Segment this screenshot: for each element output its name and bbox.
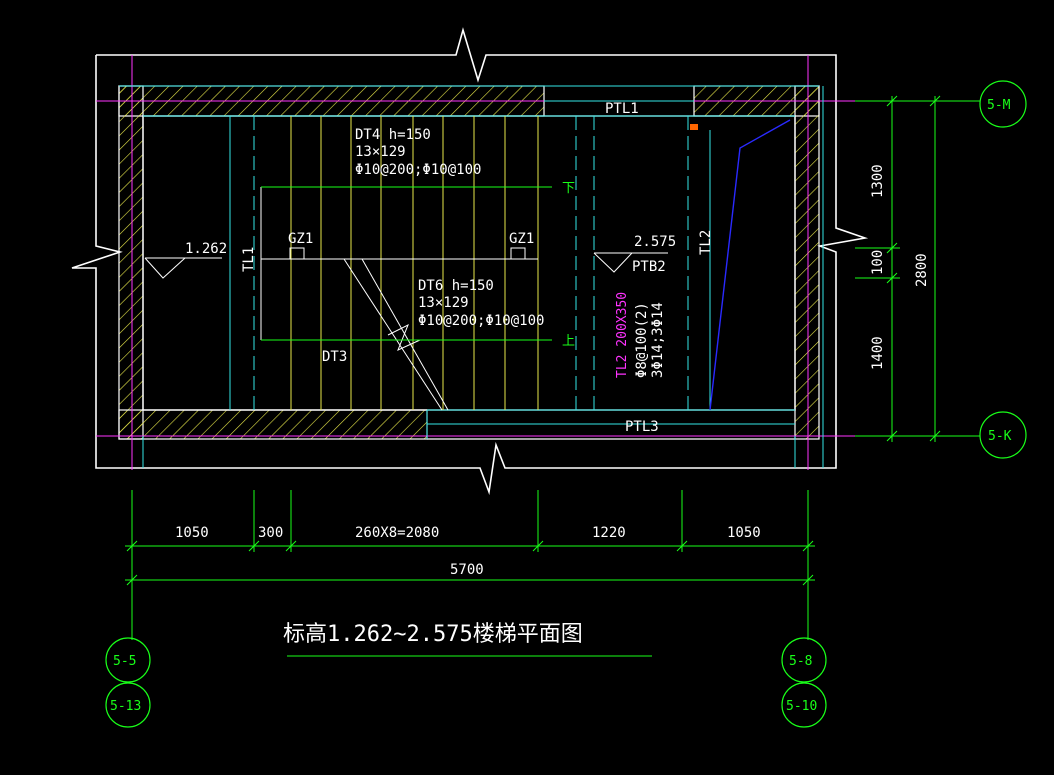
- tl2-beam-line3: 3Φ14;3Φ14: [650, 302, 666, 378]
- axis-top-right: 5-M: [987, 98, 1011, 113]
- ptl3-label: PTL3: [625, 419, 659, 435]
- dt4-line2: 13×129: [355, 144, 406, 160]
- marker: [690, 124, 698, 130]
- elevation-left: 1.262: [185, 241, 227, 257]
- dim-v-top: 1300: [870, 164, 886, 198]
- elevation-right: 2.575: [634, 234, 676, 250]
- dt6-line3: Φ10@200;Φ10@100: [418, 313, 544, 329]
- stair-treads: [290, 116, 539, 410]
- ptb2-label: PTB2: [632, 259, 666, 275]
- gz1-right-label: GZ1: [509, 231, 534, 247]
- axis-right-primary: 5-8: [789, 654, 812, 669]
- ptl1-label: PTL1: [605, 101, 639, 117]
- dt4-line3: Φ10@200;Φ10@100: [355, 162, 481, 178]
- dim-seg1: 1050: [175, 525, 209, 541]
- slab-edge: [709, 119, 791, 411]
- dim-seg2: 300: [258, 525, 283, 541]
- stair-divider: [260, 187, 538, 411]
- axis-bottom-right: 5-K: [988, 429, 1012, 444]
- stair-plan-drawing: PTL1 PTL3 TL1 TL2 GZ1 GZ1 DT3 PTB2 1.262…: [71, 27, 1027, 728]
- down-label: 下: [562, 181, 575, 196]
- axis-left-primary: 5-5: [113, 654, 136, 669]
- tl2-beam-line2: Φ8@100(2): [634, 302, 650, 378]
- up-label: 上: [562, 334, 575, 349]
- tl1-label: TL1: [241, 247, 257, 272]
- dim-v-total: 2800: [914, 253, 930, 287]
- dim-seg5: 1050: [727, 525, 761, 541]
- dim-seg4: 1220: [592, 525, 626, 541]
- tl2-beam-line1: TL2 200X350: [615, 292, 630, 378]
- axis-right-secondary: 5-10: [786, 699, 817, 714]
- dim-total: 5700: [450, 562, 484, 578]
- wall-hatch: [118, 85, 820, 440]
- dt6-line1: DT6 h=150: [418, 278, 494, 294]
- dt4-line1: DT4 h=150: [355, 127, 431, 143]
- dt6-line2: 13×129: [418, 295, 469, 311]
- gz1-left-label: GZ1: [288, 231, 313, 247]
- dim-seg3: 260X8=2080: [355, 525, 439, 541]
- gz1-blocks: [289, 247, 526, 260]
- drawing-title: 标高1.262~2.575楼梯平面图: [283, 622, 583, 647]
- dim-v-mid: 100: [870, 250, 886, 275]
- dimension-lines: [125, 95, 980, 640]
- dim-v-bottom: 1400: [870, 336, 886, 370]
- axis-left-secondary: 5-13: [110, 699, 141, 714]
- tl2-label: TL2: [698, 230, 714, 255]
- dt3-label: DT3: [322, 349, 347, 365]
